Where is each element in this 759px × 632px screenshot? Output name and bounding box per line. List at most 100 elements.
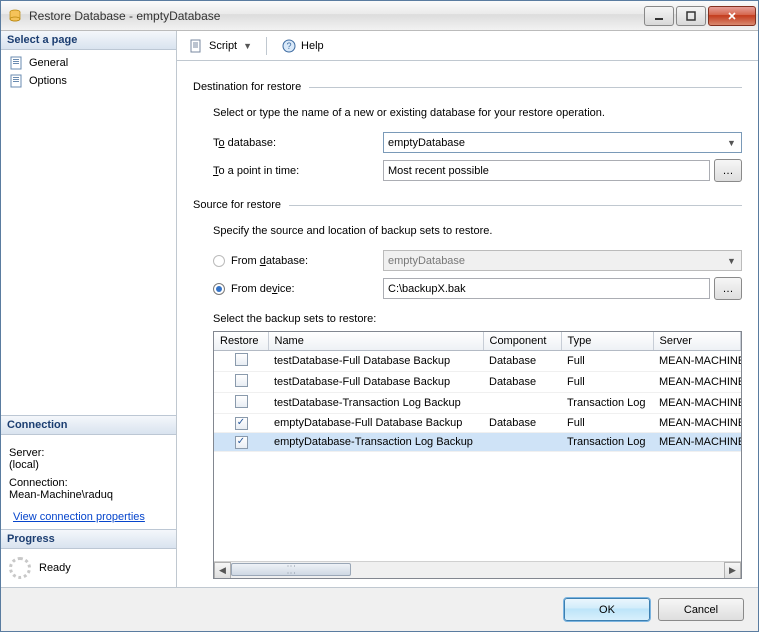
scroll-left-button[interactable]: ◀: [214, 562, 231, 579]
window: Restore Database - emptyDatabase Select …: [0, 0, 759, 632]
from-device-row: From device: C:\backupX.bak …: [213, 277, 742, 300]
toolbar: Script ▼ ? Help: [177, 31, 758, 61]
progress-section: Progress Ready: [1, 529, 176, 587]
page-label: General: [29, 57, 68, 69]
col-type[interactable]: Type: [561, 332, 653, 351]
cell-type: Transaction Log: [561, 433, 653, 452]
to-database-row: To database: emptyDatabase ▼: [213, 132, 742, 153]
svg-text:?: ?: [287, 41, 292, 51]
destination-group: Destination for restore: [193, 81, 742, 93]
page-label: Options: [29, 75, 67, 87]
restore-checkbox[interactable]: [235, 436, 248, 449]
cancel-button[interactable]: Cancel: [658, 598, 744, 621]
server-label: Server:: [9, 447, 168, 459]
cell-component: [483, 393, 561, 414]
window-buttons: [642, 6, 756, 26]
minimize-button[interactable]: [644, 6, 674, 26]
to-point-in-time-field[interactable]: Most recent possible: [383, 160, 710, 181]
scroll-track[interactable]: [231, 562, 724, 579]
window-title: Restore Database - emptyDatabase: [29, 9, 642, 23]
col-component[interactable]: Component: [483, 332, 561, 351]
backup-sets-grid[interactable]: Restore Name Component Type Server testD…: [213, 331, 742, 579]
destination-desc: Select or type the name of a new or exis…: [213, 107, 742, 119]
connection-label: Connection:: [9, 477, 168, 489]
chevron-down-icon: ▼: [724, 135, 739, 150]
ok-button[interactable]: OK: [564, 598, 650, 621]
scroll-right-button[interactable]: ▶: [724, 562, 741, 579]
restore-checkbox[interactable]: [235, 353, 248, 366]
cell-type: Transaction Log: [561, 393, 653, 414]
select-page-header: Select a page: [1, 31, 176, 50]
table-row[interactable]: testDatabase-Full Database BackupDatabas…: [214, 351, 741, 372]
script-icon: [189, 38, 205, 54]
main: Script ▼ ? Help Destination for restore …: [177, 31, 758, 587]
cell-component: Database: [483, 372, 561, 393]
table-row[interactable]: emptyDatabase-Full Database BackupDataba…: [214, 414, 741, 433]
from-device-browse-button[interactable]: …: [714, 277, 742, 300]
progress-spinner-icon: [9, 557, 31, 579]
help-icon: ?: [281, 38, 297, 54]
dropdown-icon: ▼: [243, 41, 252, 51]
select-backup-sets-label: Select the backup sets to restore:: [213, 313, 742, 325]
cell-server: MEAN-MACHINE: [653, 372, 741, 393]
cell-name: testDatabase-Full Database Backup: [268, 351, 483, 372]
to-database-value: emptyDatabase: [388, 137, 465, 149]
from-device-field[interactable]: C:\backupX.bak: [383, 278, 710, 299]
cell-server: MEAN-MACHINE: [653, 393, 741, 414]
col-restore[interactable]: Restore: [214, 332, 268, 351]
cell-component: Database: [483, 414, 561, 433]
page-list: General Options: [1, 50, 176, 94]
page-icon: [9, 73, 25, 89]
source-desc: Specify the source and location of backu…: [213, 225, 742, 237]
table-row[interactable]: testDatabase-Full Database BackupDatabas…: [214, 372, 741, 393]
progress-header: Progress: [1, 530, 176, 549]
cell-component: Database: [483, 351, 561, 372]
scroll-thumb[interactable]: [231, 563, 351, 576]
from-database-radio[interactable]: [213, 255, 225, 267]
titlebar[interactable]: Restore Database - emptyDatabase: [1, 1, 758, 31]
grid-table: Restore Name Component Type Server testD…: [214, 332, 741, 452]
cell-name: emptyDatabase-Transaction Log Backup: [268, 433, 483, 452]
maximize-button[interactable]: [676, 6, 706, 26]
restore-checkbox[interactable]: [235, 395, 248, 408]
point-in-time-browse-button[interactable]: …: [714, 159, 742, 182]
app-icon: [7, 8, 23, 24]
sidebar: Select a page General Options Connection…: [1, 31, 177, 587]
server-value: (local): [9, 459, 168, 471]
to-point-in-time-label: To a point in time:: [213, 165, 383, 177]
col-name[interactable]: Name: [268, 332, 483, 351]
table-row[interactable]: emptyDatabase-Transaction Log Backup Tran…: [214, 433, 741, 452]
progress-status: Ready: [39, 562, 71, 574]
cell-type: Full: [561, 414, 653, 433]
from-device-label: From device:: [231, 283, 295, 295]
cell-server: MEAN-MACHINE: [653, 433, 741, 452]
close-button[interactable]: [708, 6, 756, 26]
from-device-radio[interactable]: [213, 283, 225, 295]
to-database-combo[interactable]: emptyDatabase ▼: [383, 132, 742, 153]
horizontal-scrollbar[interactable]: ◀ ▶: [214, 561, 741, 578]
toolbar-separator: [266, 37, 267, 55]
cell-name: emptyDatabase-Full Database Backup: [268, 414, 483, 433]
connection-section: Connection Server: (local) Connection: M…: [1, 415, 176, 529]
page-options[interactable]: Options: [5, 72, 172, 90]
view-connection-properties-link[interactable]: View connection properties: [13, 511, 145, 523]
cell-component: [483, 433, 561, 452]
col-server[interactable]: Server: [653, 332, 741, 351]
script-label: Script: [209, 40, 237, 52]
cell-name: testDatabase-Full Database Backup: [268, 372, 483, 393]
help-button[interactable]: ? Help: [277, 36, 328, 56]
help-label: Help: [301, 40, 324, 52]
to-database-label: To database:: [213, 137, 383, 149]
restore-checkbox[interactable]: [235, 417, 248, 430]
restore-checkbox[interactable]: [235, 374, 248, 387]
body: Select a page General Options Connection…: [1, 31, 758, 587]
script-button[interactable]: Script ▼: [185, 36, 256, 56]
to-point-in-time-row: To a point in time: Most recent possible…: [213, 159, 742, 182]
page-general[interactable]: General: [5, 54, 172, 72]
source-group: Source for restore: [193, 199, 742, 211]
table-row[interactable]: testDatabase-Transaction Log BackupTrans…: [214, 393, 741, 414]
from-database-label: From database:: [231, 255, 308, 267]
connection-value: Mean-Machine\raduq: [9, 489, 168, 501]
cell-server: MEAN-MACHINE: [653, 351, 741, 372]
page-icon: [9, 55, 25, 71]
